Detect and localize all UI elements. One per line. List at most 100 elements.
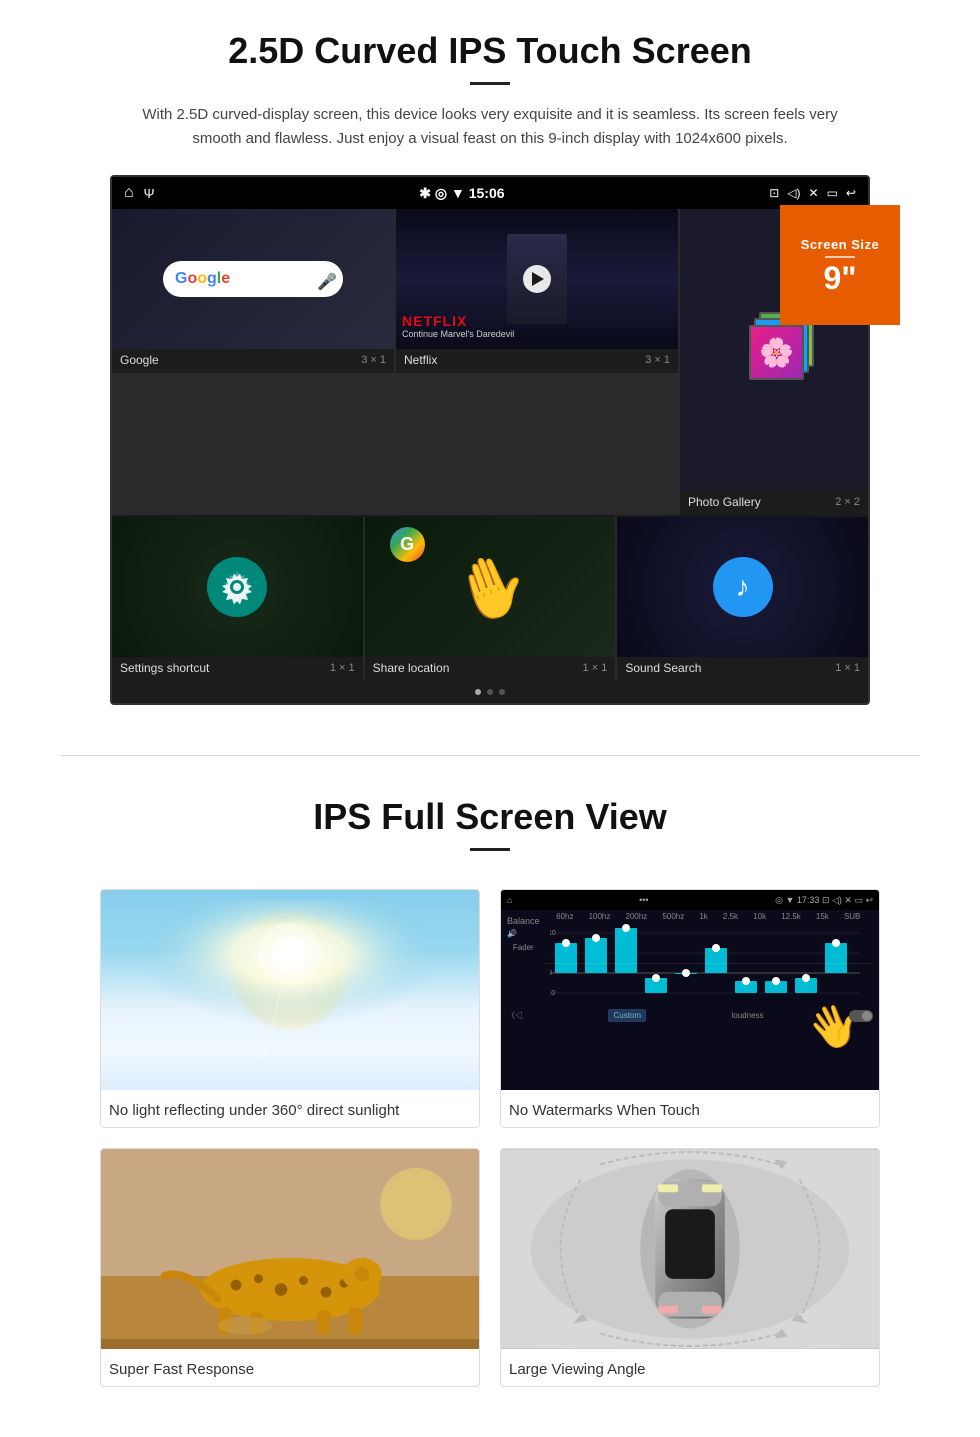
- settings-size: 1 × 1: [330, 662, 355, 674]
- app-cell-settings[interactable]: Settings shortcut 1 × 1: [112, 517, 363, 681]
- google-search-bar[interactable]: Google 🎤: [163, 261, 343, 297]
- dot-1[interactable]: [475, 689, 481, 695]
- svg-text:-10: -10: [550, 990, 555, 997]
- feature-card-sunlight: No light reflecting under 360° direct su…: [100, 889, 480, 1128]
- feature-card-car: Large Viewing Angle: [500, 1148, 880, 1387]
- netflix-figure: [507, 234, 567, 324]
- badge-divider: [825, 256, 855, 258]
- feature-grid: No light reflecting under 360° direct su…: [60, 869, 920, 1407]
- gear-svg: [219, 569, 255, 605]
- car-caption: Large Viewing Angle: [501, 1349, 879, 1386]
- pagination-dots: [112, 681, 868, 703]
- device-mockup: Screen Size 9" ⌂ Ψ ✱ ◎ ▼ 15:06 ⊡ ◁): [110, 175, 870, 705]
- hand-pointing-icon: 🤚: [443, 541, 537, 633]
- amplifier-caption: No Watermarks When Touch: [501, 1090, 879, 1127]
- badge-size: 9": [824, 262, 857, 294]
- netflix-size: 3 × 1: [645, 354, 670, 366]
- section1-description: With 2.5D curved-display screen, this de…: [140, 103, 840, 151]
- settings-bg: [112, 517, 363, 657]
- settings-label: Settings shortcut 1 × 1: [112, 657, 363, 681]
- svg-text:10: 10: [550, 930, 556, 937]
- location-icon: ◎: [435, 185, 447, 201]
- google-name: Google: [120, 353, 159, 367]
- badge-title: Screen Size: [801, 237, 880, 252]
- music-note-icon: ♪: [713, 557, 773, 617]
- google-label: Google 3 × 1: [112, 349, 394, 373]
- status-right: ⊡ ◁) ✕ ▭ ↩: [769, 186, 856, 200]
- status-bar: ⌂ Ψ ✱ ◎ ▼ 15:06 ⊡ ◁) ✕ ▭ ↩: [112, 177, 868, 209]
- volume-icon: ◁): [787, 186, 800, 200]
- car-image: [501, 1149, 879, 1349]
- amp-freq-labels: 60hz100hz200hz500hz1k2.5k10k12.5k15kSUB: [544, 912, 873, 921]
- sunlight-svg: [101, 890, 479, 1090]
- amp-icons: ◎ ▼ 17:33 ⊡ ◁) ✕ ▭ ↩: [775, 895, 873, 906]
- gallery-label: Photo Gallery 2 × 2: [680, 491, 868, 515]
- section2-title: IPS Full Screen View: [60, 796, 920, 838]
- close-icon: ✕: [809, 186, 819, 200]
- dot-2[interactable]: [487, 689, 493, 695]
- share-size: 1 × 1: [583, 662, 608, 674]
- netflix-name: Netflix: [404, 353, 437, 367]
- section2-underline: [470, 848, 510, 851]
- status-time: 15:06: [469, 185, 505, 201]
- share-bg: G 🤚: [365, 517, 616, 657]
- settings-gear-icon: [207, 557, 267, 617]
- wifi-icon: ▼: [451, 185, 465, 201]
- title-underline: [470, 82, 510, 85]
- google-g-icon: G: [390, 527, 425, 562]
- google-content: Google 🎤: [112, 209, 394, 349]
- sunlight-image: [101, 890, 479, 1090]
- gallery-name: Photo Gallery: [688, 495, 761, 509]
- sound-size: 1 × 1: [835, 662, 860, 674]
- svg-text:0: 0: [550, 970, 552, 977]
- play-button[interactable]: [523, 265, 551, 293]
- loudness-toggle[interactable]: [849, 1010, 873, 1022]
- google-size: 3 × 1: [361, 354, 386, 366]
- feature-card-cheetah: Super Fast Response: [100, 1148, 480, 1387]
- amp-home-icon: ⌂: [507, 895, 512, 905]
- netflix-label: Netflix 3 × 1: [396, 349, 678, 373]
- back-icon[interactable]: ↩: [846, 186, 856, 200]
- sound-name: Sound Search: [625, 661, 701, 675]
- section-divider: [60, 755, 920, 756]
- netflix-logo-text: NETFLIX: [402, 313, 672, 329]
- section1: 2.5D Curved IPS Touch Screen With 2.5D c…: [0, 0, 980, 725]
- dot-3[interactable]: [499, 689, 505, 695]
- cheetah-caption: Super Fast Response: [101, 1349, 479, 1386]
- sound-content: ♪: [617, 517, 868, 657]
- home-icon[interactable]: ⌂: [124, 184, 134, 202]
- amplifier-image: ⌂ ••• ◎ ▼ 17:33 ⊡ ◁) ✕ ▭ ↩ Balance 🔊 Fad…: [501, 890, 879, 1090]
- status-left: ⌂ Ψ: [124, 184, 155, 202]
- share-content: G 🤚: [365, 517, 616, 657]
- section1-title: 2.5D Curved IPS Touch Screen: [60, 30, 920, 72]
- amp-balance-label: Balance: [507, 916, 540, 926]
- amp-status-bar: ⌂ ••• ◎ ▼ 17:33 ⊡ ◁) ✕ ▭ ↩: [501, 890, 879, 910]
- sound-bg: ♪: [617, 517, 868, 657]
- app-cell-google[interactable]: Google 🎤 Google 3 × 1: [112, 209, 394, 373]
- toggle-knob: [862, 1011, 872, 1021]
- netflix-bg: NETFLIX Continue Marvel's Daredevil: [396, 209, 678, 349]
- netflix-subtitle: Continue Marvel's Daredevil: [402, 329, 672, 339]
- app-cell-share[interactable]: G 🤚 Share location 1 × 1: [365, 517, 616, 681]
- app-cell-netflix[interactable]: NETFLIX Continue Marvel's Daredevil Netf…: [396, 209, 678, 373]
- window-icon: ▭: [827, 186, 838, 200]
- cheetah-svg: [101, 1149, 479, 1349]
- app-grid-row2: Settings shortcut 1 × 1 G 🤚 Share locati…: [112, 517, 868, 681]
- play-triangle-icon: [532, 272, 544, 286]
- usb-icon: Ψ: [144, 186, 155, 201]
- section2: IPS Full Screen View: [0, 786, 980, 1437]
- photo-card-1: 🌸: [749, 325, 804, 380]
- settings-content: [112, 517, 363, 657]
- feature-card-amplifier: ⌂ ••• ◎ ▼ 17:33 ⊡ ◁) ✕ ▭ ↩ Balance 🔊 Fad…: [500, 889, 880, 1128]
- android-screen: ⌂ Ψ ✱ ◎ ▼ 15:06 ⊡ ◁) ✕ ▭ ↩: [110, 175, 870, 705]
- app-cell-sound[interactable]: ♪ Sound Search 1 × 1: [617, 517, 868, 681]
- mic-icon: 🎤: [317, 272, 331, 286]
- share-name: Share location: [373, 661, 450, 675]
- amp-time: 17:33: [797, 895, 820, 905]
- loudness-label: loudness: [732, 1011, 764, 1020]
- custom-button[interactable]: Custom: [608, 1009, 646, 1022]
- bluetooth-icon: ✱: [419, 185, 431, 201]
- google-logo: Google: [175, 270, 230, 288]
- amp-dots: •••: [639, 895, 648, 905]
- cheetah-image: [101, 1149, 479, 1349]
